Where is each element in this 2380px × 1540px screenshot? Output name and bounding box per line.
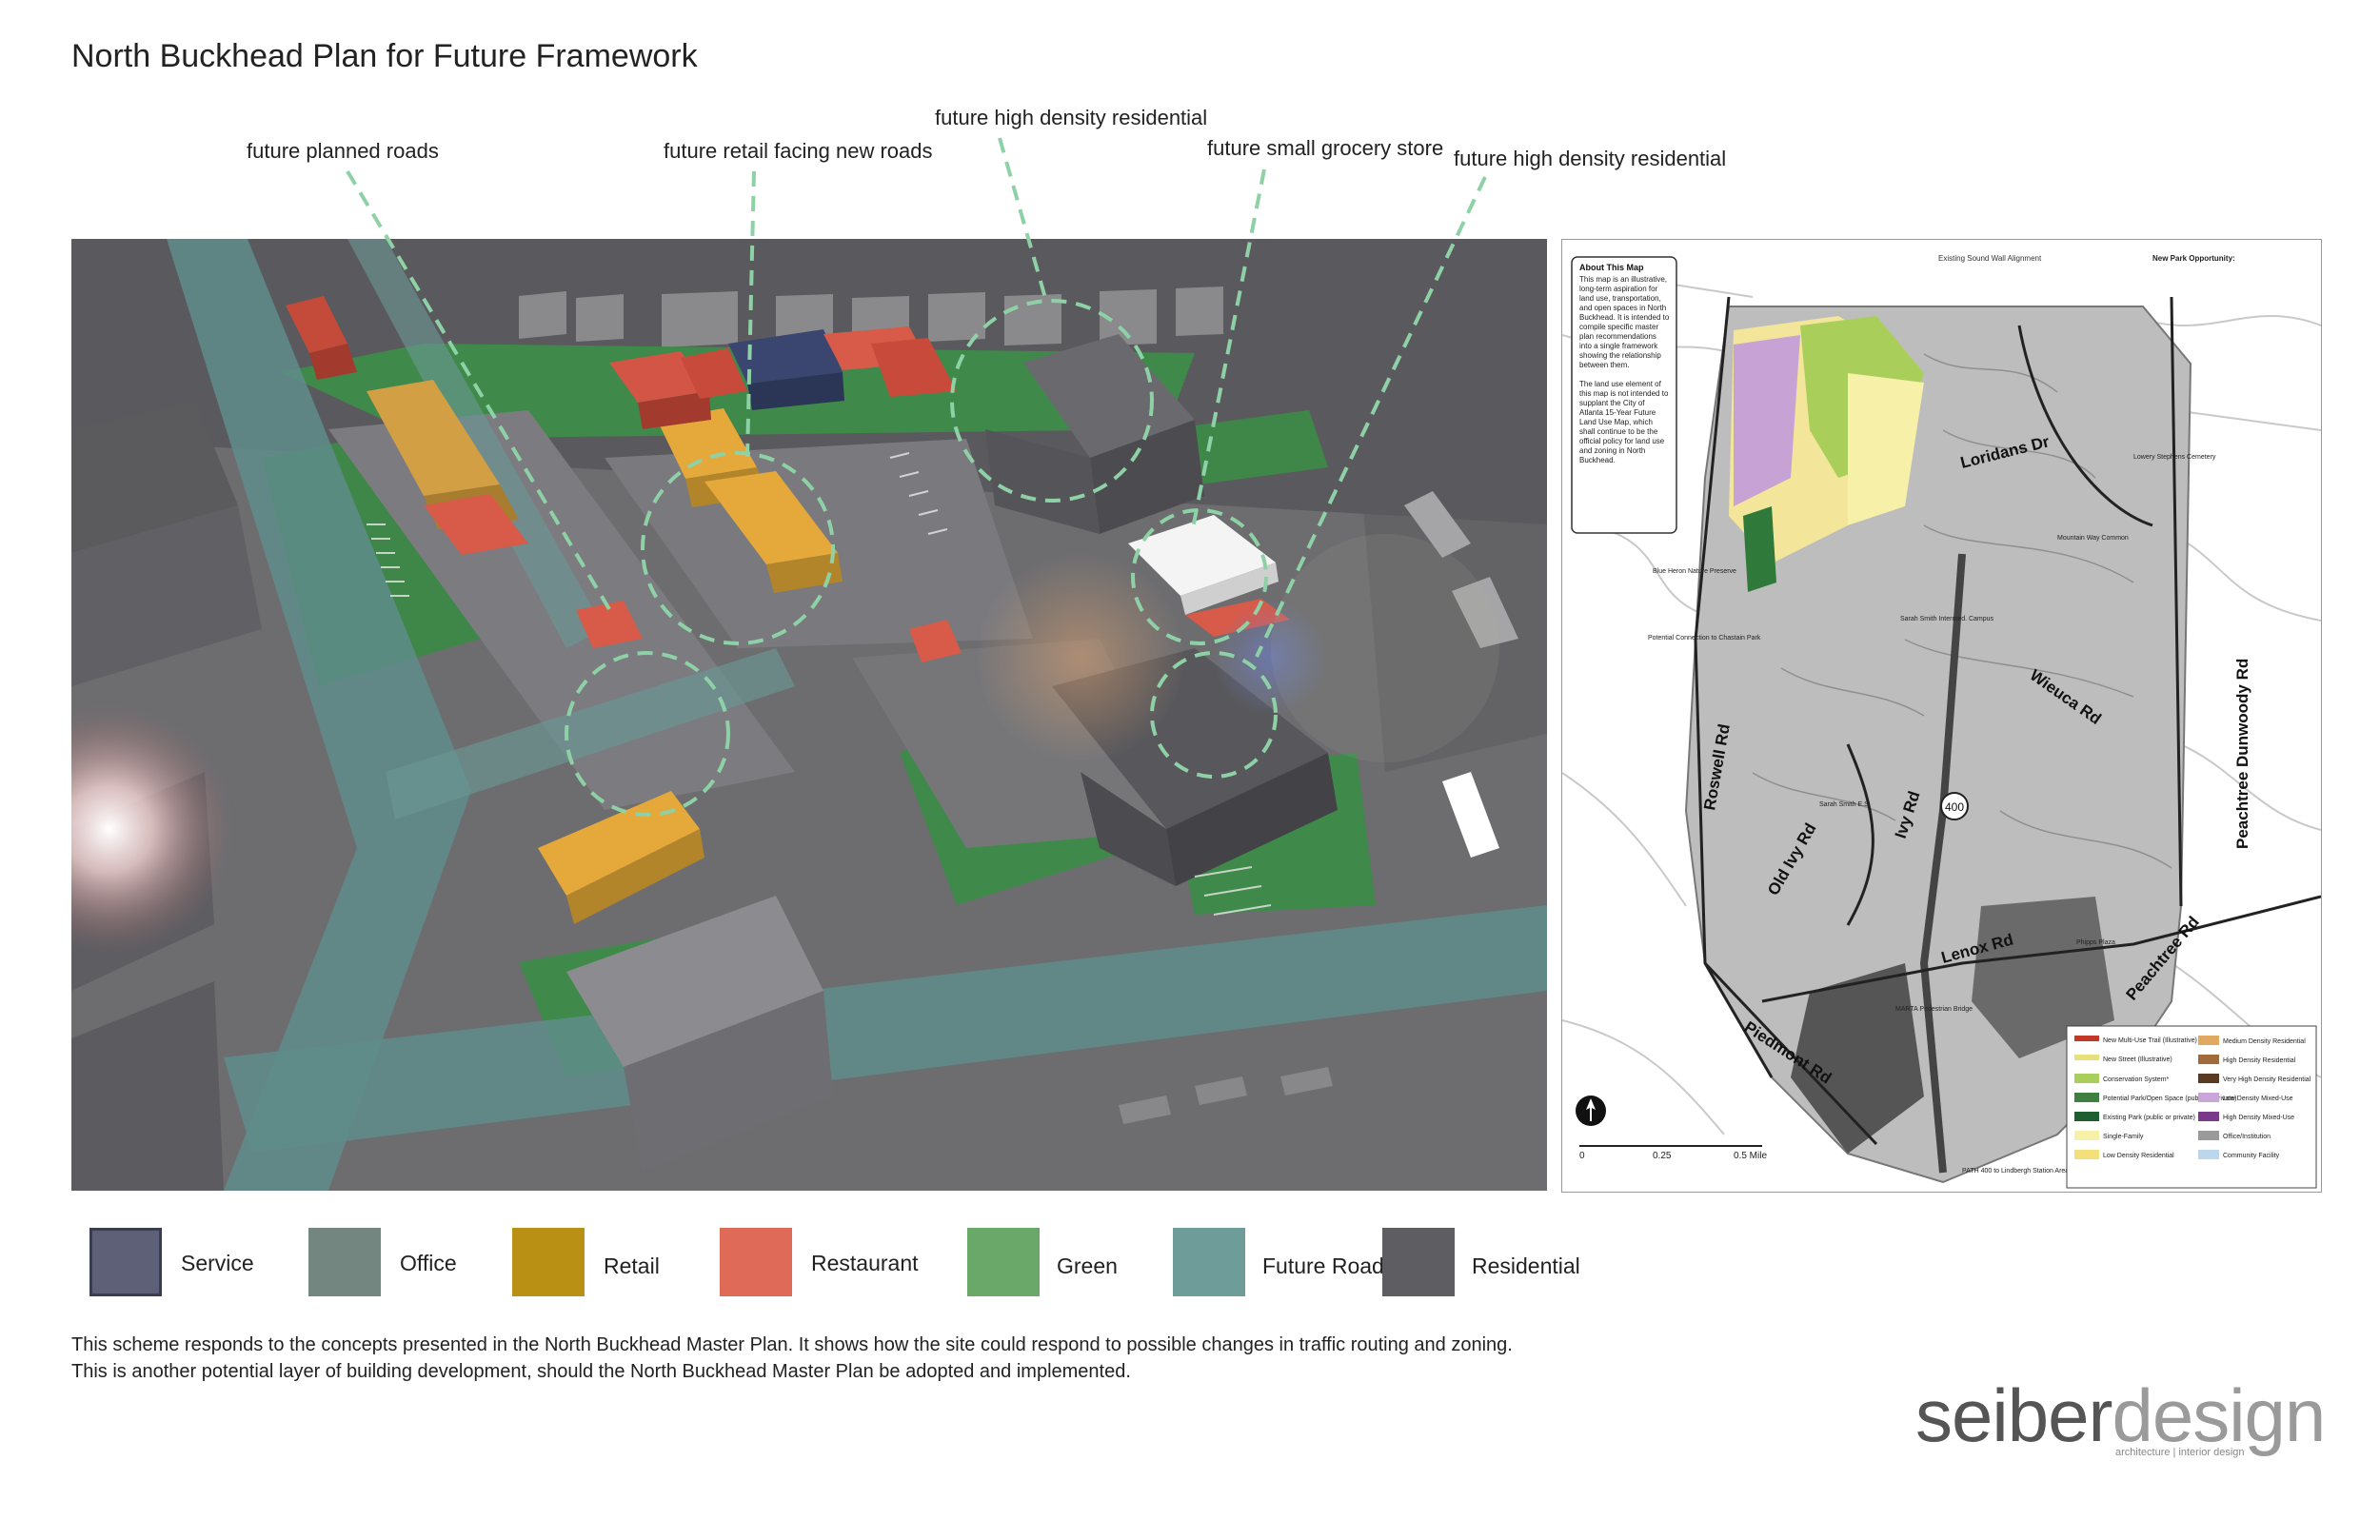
- svg-text:Community Facility: Community Facility: [2223, 1153, 2280, 1159]
- svg-text:Office/Institution: Office/Institution: [2223, 1134, 2271, 1140]
- map-label-mountain-way: Mountain Way Common: [2057, 535, 2129, 542]
- map-label-phipps: Phipps Plaza: [2076, 939, 2115, 946]
- svg-text:plan recommendations: plan recommendations: [1579, 332, 1656, 341]
- svg-text:this map is not intended to: this map is not intended to: [1579, 389, 1669, 398]
- map-label-lowery: Lowery Stephens Cemetery: [2133, 454, 2216, 461]
- legend-swatch-office: [308, 1228, 381, 1296]
- svg-text:Single-Family: Single-Family: [2103, 1134, 2144, 1140]
- svg-text:land use, transportation,: land use, transportation,: [1579, 294, 1661, 303]
- svg-text:Low Density Residential: Low Density Residential: [2103, 1153, 2174, 1159]
- legend-swatch-service: [89, 1228, 162, 1296]
- legend-label-service: Service: [181, 1251, 254, 1275]
- map-label-new-park: New Park Opportunity:: [2152, 254, 2235, 263]
- map-road-peachtree-dunwoody: Peachtree Dunwoody Rd: [2233, 659, 2251, 849]
- page-title: North Buckhead Plan for Future Framework: [71, 38, 698, 74]
- svg-text:compile specific master: compile specific master: [1579, 323, 1658, 331]
- svg-text:0.5 Mile: 0.5 Mile: [1734, 1151, 1767, 1161]
- legend-label-future-roads: Future Roads: [1262, 1254, 1396, 1278]
- svg-text:New Multi-Use Trail (Illustrat: New Multi-Use Trail (Illustrative): [2103, 1037, 2197, 1044]
- map-label-chastain: Potential Connection to Chastain Park: [1648, 635, 1761, 642]
- legend-swatch-retail: [512, 1228, 585, 1296]
- legend-swatch-restaurant: [720, 1228, 792, 1296]
- svg-text:and zoning in North: and zoning in North: [1579, 446, 1645, 455]
- brand-tagline: architecture | interior design: [2115, 1447, 2245, 1458]
- callout-high-density-2: future high density residential: [1454, 147, 1727, 170]
- svg-text:showing the relationship: showing the relationship: [1579, 351, 1661, 360]
- legend-swatch-green: [967, 1228, 1040, 1296]
- svg-text:Existing Park (public or priva: Existing Park (public or private): [2103, 1115, 2195, 1121]
- svg-text:Very High Density Residential: Very High Density Residential: [2223, 1076, 2311, 1083]
- svg-text:shall continue to be the: shall continue to be the: [1579, 427, 1658, 436]
- svg-text:into a single framework: into a single framework: [1579, 342, 1658, 350]
- svg-text:and open spaces in North: and open spaces in North: [1579, 304, 1666, 312]
- description-line-1: This scheme responds to the concepts pre…: [71, 1334, 1513, 1355]
- description-line-2: This is another potential layer of build…: [71, 1361, 1131, 1382]
- map-label-sarah-smith-es: Sarah Smith E.S.: [1819, 801, 1871, 808]
- svg-text:Buckhead. It is intended to: Buckhead. It is intended to: [1579, 313, 1670, 322]
- callout-grocery-store: future small grocery store: [1207, 136, 1444, 160]
- svg-text:Conservation System*: Conservation System*: [2103, 1076, 2170, 1083]
- map-legend: New Multi-Use Trail (Illustrative) New S…: [2066, 1025, 2317, 1189]
- map-label-marta: MARTA Pedestrian Bridge: [1895, 1006, 1973, 1013]
- svg-text:This map is an illustrative,: This map is an illustrative,: [1579, 275, 1667, 284]
- site-rendering: [71, 239, 1547, 1191]
- callout-high-density-1: future high density residential: [935, 106, 1208, 129]
- legend-label-retail: Retail: [604, 1254, 660, 1278]
- svg-text:between them.: between them.: [1579, 361, 1629, 369]
- callout-future-planned-roads: future planned roads: [247, 139, 439, 163]
- legend-swatch-residential: [1382, 1228, 1455, 1296]
- legend-label-office: Office: [400, 1251, 457, 1275]
- legend-label-green: Green: [1057, 1254, 1118, 1278]
- legend-label-residential: Residential: [1472, 1254, 1580, 1278]
- svg-text:0: 0: [1579, 1151, 1585, 1161]
- svg-text:Medium Density Residential: Medium Density Residential: [2223, 1038, 2306, 1045]
- svg-text:Buckhead.: Buckhead.: [1579, 456, 1616, 464]
- ga400-shield: 400: [1945, 800, 1964, 814]
- svg-text:supplant the City of: supplant the City of: [1579, 399, 1645, 407]
- map-label-blue-heron: Blue Heron Nature Preserve: [1653, 568, 1736, 575]
- north-buckhead-map: 400 About This Map This map is an illust…: [1561, 239, 2322, 1193]
- map-about-title: About This Map: [1579, 263, 1644, 272]
- svg-text:High Density Residential: High Density Residential: [2223, 1057, 2296, 1064]
- svg-text:Atlanta 15-Year Future: Atlanta 15-Year Future: [1579, 408, 1656, 417]
- map-label-path400: PATH 400 to Lindbergh Station Area: [1962, 1168, 2069, 1175]
- svg-text:official policy for land use: official policy for land use: [1579, 437, 1665, 445]
- map-label-sarah-smith: Sarah Smith Intermed. Campus: [1900, 616, 1994, 622]
- svg-text:Low Density Mixed-Use: Low Density Mixed-Use: [2223, 1096, 2293, 1102]
- legend-swatch-future-roads: [1173, 1228, 1245, 1296]
- svg-text:Land Use Map, which: Land Use Map, which: [1579, 418, 1653, 426]
- callout-future-retail: future retail facing new roads: [664, 139, 933, 163]
- svg-text:0.25: 0.25: [1653, 1151, 1672, 1161]
- svg-text:New Street (Illustrative): New Street (Illustrative): [2103, 1056, 2172, 1063]
- svg-text:The land use element of: The land use element of: [1579, 380, 1662, 388]
- legend-label-restaurant: Restaurant: [811, 1251, 919, 1275]
- svg-text:long-term aspiration for: long-term aspiration for: [1579, 285, 1658, 293]
- svg-text:High Density Mixed-Use: High Density Mixed-Use: [2223, 1115, 2294, 1121]
- map-label-sound-wall: Existing Sound Wall Alignment: [1938, 254, 2042, 263]
